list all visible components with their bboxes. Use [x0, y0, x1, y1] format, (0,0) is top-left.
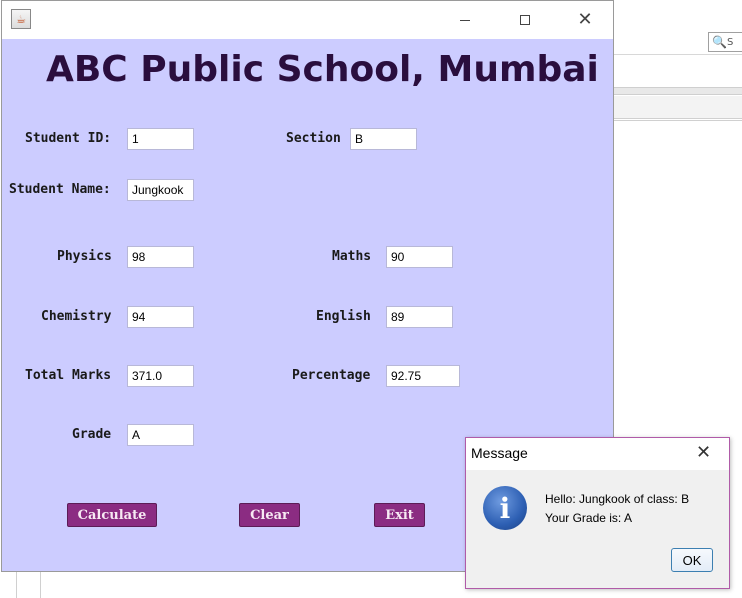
background-search-box[interactable]: 🔍 S — [708, 32, 742, 52]
physics-label: Physics — [57, 249, 112, 264]
chemistry-label: Chemistry — [41, 309, 112, 324]
background-divider — [16, 572, 17, 598]
total-marks-field[interactable]: 371.0 — [127, 365, 194, 387]
background-divider — [614, 120, 742, 121]
student-id-label: Student ID: — [25, 131, 112, 146]
maths-label: Maths — [332, 249, 372, 264]
dialog-close-icon[interactable]: ✕ — [696, 442, 711, 463]
section-field[interactable]: B — [350, 128, 417, 150]
student-name-label: Student Name: — [9, 182, 111, 197]
student-id-field[interactable]: 1 — [127, 128, 194, 150]
background-divider — [40, 572, 41, 598]
dialog-title-bar: Message ✕ — [466, 438, 729, 470]
info-icon: i — [483, 486, 527, 530]
close-button[interactable]: ✕ — [565, 7, 605, 33]
page-title: ABC Public School, Mumbai — [46, 49, 599, 90]
total-marks-label: Total Marks — [25, 368, 112, 383]
physics-field[interactable]: 98 — [127, 246, 194, 268]
background-divider — [614, 87, 742, 95]
dialog-message-line1: Hello: Jungkook of class: B — [545, 492, 690, 506]
grade-label: Grade — [72, 427, 112, 442]
exit-button[interactable]: Exit — [374, 503, 425, 527]
message-dialog: Message ✕ i Hello: Jungkook of class: B … — [465, 437, 730, 589]
percentage-label: Percentage — [292, 368, 371, 383]
section-label: Section — [286, 131, 341, 146]
grade-field[interactable]: A — [127, 424, 194, 446]
dialog-title: Message — [471, 445, 528, 461]
chemistry-field[interactable]: 94 — [127, 306, 194, 328]
english-label: English — [316, 309, 371, 324]
maximize-icon — [520, 15, 530, 25]
percentage-field[interactable]: 92.75 — [386, 365, 460, 387]
english-field[interactable]: 89 — [386, 306, 453, 328]
student-name-field[interactable]: Jungkook — [127, 179, 194, 201]
search-icon: 🔍 — [712, 35, 727, 49]
search-hint: S — [726, 36, 734, 48]
maths-field[interactable]: 90 — [386, 246, 453, 268]
minimize-button[interactable] — [445, 7, 485, 33]
title-bar: ☕ ✕ — [2, 1, 613, 39]
minimize-icon — [460, 19, 470, 21]
clear-button[interactable]: Clear — [239, 503, 300, 527]
ok-button[interactable]: OK — [671, 548, 713, 572]
java-icon[interactable]: ☕ — [11, 9, 31, 29]
dialog-message-line2: Your Grade is: A — [545, 511, 632, 525]
close-icon: ✕ — [577, 9, 593, 30]
maximize-button[interactable] — [505, 7, 545, 33]
calculate-button[interactable]: Calculate — [67, 503, 157, 527]
background-panel-header — [614, 96, 742, 119]
